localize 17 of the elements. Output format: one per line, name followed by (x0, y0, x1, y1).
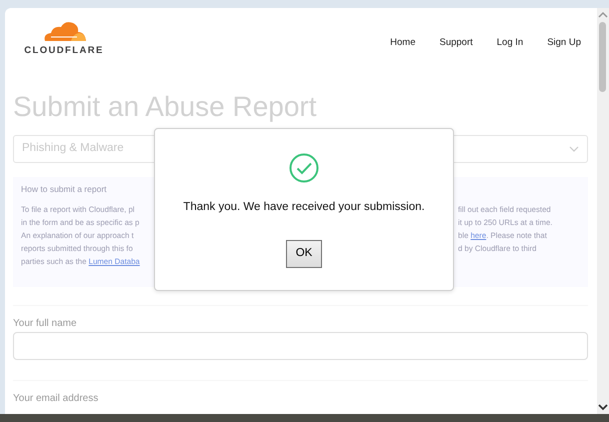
scrollbar[interactable] (597, 8, 609, 414)
scroll-down-icon[interactable] (598, 403, 608, 411)
info-heading: How to submit a report (21, 182, 108, 196)
nav-link[interactable]: Home (390, 36, 416, 50)
input-field[interactable] (13, 332, 588, 360)
ok-button[interactable]: OK (286, 240, 322, 268)
field-label: Your email address (13, 392, 100, 406)
field-label: Your full name (13, 316, 78, 331)
nav-link[interactable]: Log In (496, 36, 524, 50)
nav-link[interactable]: Support (439, 36, 473, 50)
check-circle-icon (289, 153, 319, 183)
scroll-up-icon[interactable] (598, 11, 608, 19)
chevron-down-icon (569, 146, 579, 152)
scrollbar-thumb[interactable] (599, 22, 606, 92)
logo-text: CLOUDFLARE (24, 46, 104, 56)
nav-link[interactable]: Sign Up (547, 36, 581, 50)
confirmation-message: Thank you. We have received your submission. (183, 200, 425, 215)
